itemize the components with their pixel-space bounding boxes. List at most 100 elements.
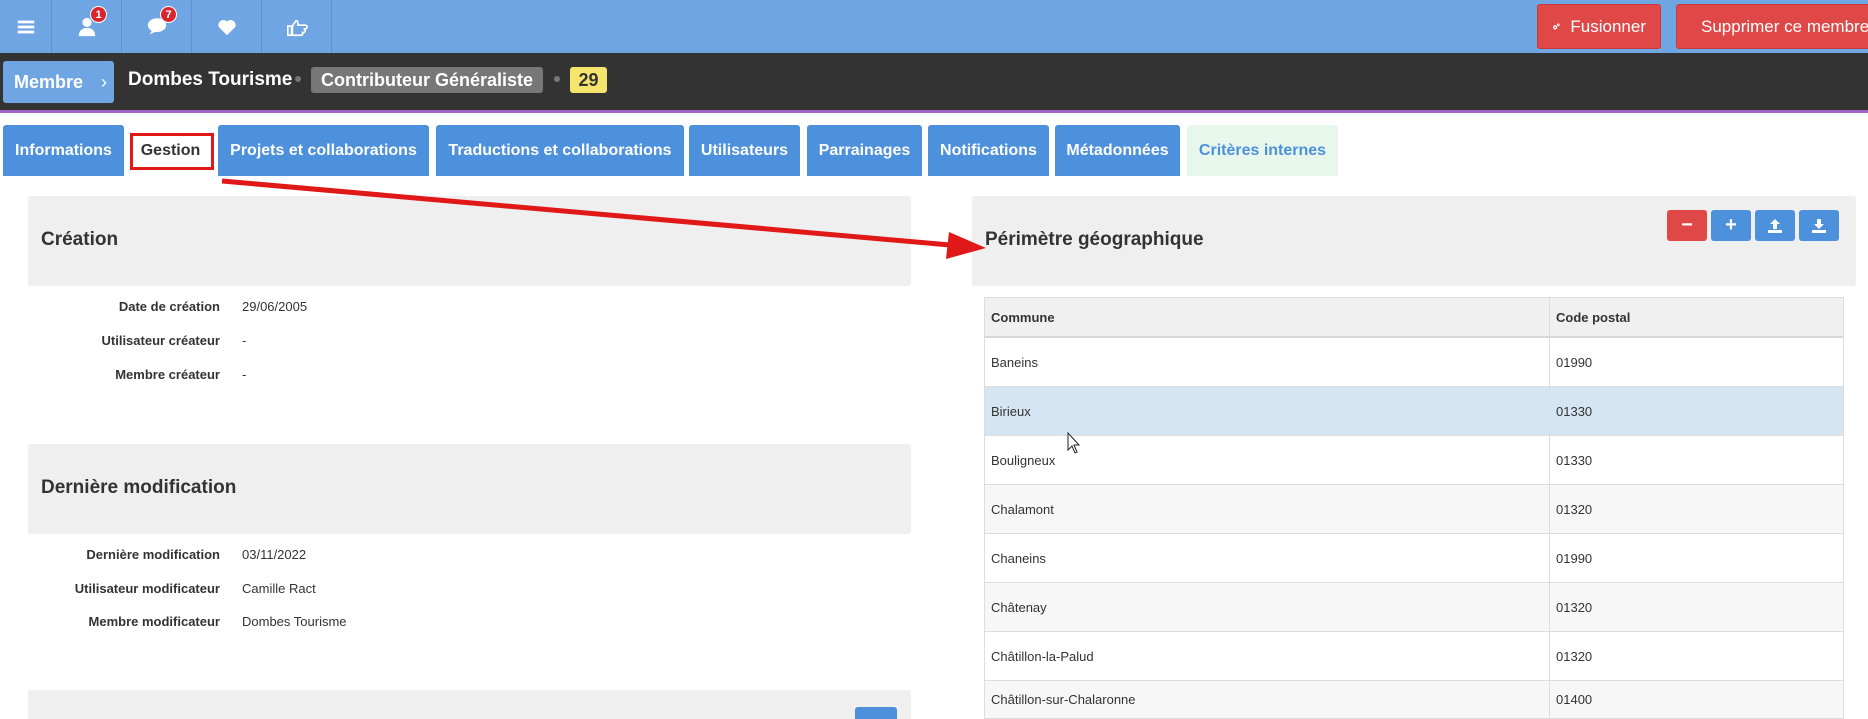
table-row[interactable]: Baneins 01990	[984, 338, 1844, 387]
separator-dot	[295, 76, 301, 82]
add-commune-button[interactable]: +	[1711, 210, 1751, 241]
users-badge: 1	[90, 6, 107, 23]
commune-cell: Châtenay	[985, 583, 1550, 631]
plus-icon: +	[1725, 214, 1737, 236]
chevron-right-icon: ›	[101, 71, 108, 92]
postal-code-cell: 01330	[1556, 403, 1593, 419]
separator-dot	[554, 76, 560, 82]
perimetre-panel-header: Périmètre géographique − +	[972, 196, 1856, 286]
tab-underline	[0, 176, 1868, 178]
breadcrumb-member[interactable]: Membre ›	[3, 61, 114, 103]
creator-member-label: Membre créateur	[115, 367, 220, 382]
edit-button[interactable]	[855, 707, 897, 719]
tab-label: Notifications	[940, 141, 1037, 159]
tab-notifications[interactable]: Notifications	[928, 125, 1049, 176]
modifier-user-label: Utilisateur modificateur	[74, 581, 220, 596]
postal-code-cell: 01330	[1556, 452, 1593, 468]
postal-code-cell: 01320	[1556, 648, 1593, 664]
thumb-pointing-icon	[286, 19, 308, 36]
table-row[interactable]: Châtillon-sur-Chalaronne 01400	[984, 681, 1844, 719]
delete-member-button[interactable]: Supprimer ce membre	[1676, 4, 1868, 49]
commune-cell: Châtillon-la-Palud	[985, 632, 1550, 680]
modification-panel-header: Dernière modification	[28, 444, 911, 534]
modifier-user-value: Camille Ract	[242, 581, 316, 596]
tab-informations[interactable]: Informations	[3, 125, 124, 176]
table-row[interactable]: Chaneins 01990	[984, 534, 1844, 583]
commune-cell: Chaneins	[985, 534, 1550, 582]
delete-member-label: Supprimer ce membre	[1701, 16, 1868, 36]
breadcrumb-member-label: Membre	[14, 71, 84, 92]
tab-highlight-annotation	[130, 133, 214, 170]
tab-bar: Informations Gestion Projets et collabor…	[0, 125, 1868, 176]
users-button[interactable]: 1	[52, 0, 122, 53]
download-icon	[1812, 218, 1826, 233]
member-role-badge: Contributeur Généraliste	[311, 67, 544, 93]
recommend-button[interactable]	[262, 0, 332, 53]
member-count-badge: 29	[570, 67, 607, 93]
creation-title: Création	[41, 229, 119, 250]
merge-button[interactable]: Fusionner	[1537, 4, 1661, 49]
tab-label: Traductions et collaborations	[448, 141, 672, 159]
remove-commune-button[interactable]: −	[1667, 210, 1707, 241]
creation-panel-header: Création	[28, 196, 911, 286]
commune-cell: Chalamont	[985, 485, 1550, 533]
commune-cell: Baneins	[985, 338, 1550, 386]
last-modified-label: Dernière modification	[86, 547, 220, 562]
pencil-icon	[855, 707, 897, 719]
messages-button[interactable]: 7	[122, 0, 192, 53]
gears-icon	[1553, 23, 1560, 29]
tab-label: Critères internes	[1198, 141, 1327, 159]
download-button[interactable]	[1799, 210, 1839, 241]
tab-label: Utilisateurs	[700, 141, 789, 159]
member-name: Dombes Tourisme	[128, 69, 293, 90]
menu-button[interactable]	[0, 0, 52, 53]
postal-code-cell: 01320	[1556, 599, 1593, 615]
postal-code-cell: 01990	[1556, 354, 1593, 370]
postal-code-cell: 01400	[1556, 692, 1593, 707]
postal-code-cell: 01990	[1556, 550, 1593, 566]
table-header-row: Commune Code postal	[984, 297, 1844, 338]
tab-metadonnees[interactable]: Métadonnées	[1055, 125, 1180, 176]
tab-label: Métadonnées	[1066, 141, 1169, 159]
table-row[interactable]: Chalamont 01320	[984, 485, 1844, 534]
third-panel-header	[28, 690, 911, 719]
column-header-commune[interactable]: Commune	[985, 298, 1550, 336]
perimetre-title: Périmètre géographique	[985, 229, 1204, 250]
creator-user-label: Utilisateur créateur	[101, 333, 221, 348]
last-modified-value: 03/11/2022	[242, 547, 307, 562]
member-header: Membre › Dombes Tourisme Contributeur Gé…	[0, 53, 1868, 113]
tab-parrainages[interactable]: Parrainages	[807, 125, 922, 176]
upload-icon	[1768, 218, 1782, 233]
creator-member-value: -	[242, 367, 247, 382]
tab-utilisateurs[interactable]: Utilisateurs	[689, 125, 800, 176]
tab-projets[interactable]: Projets et collaborations	[218, 125, 429, 176]
creation-date-label: Date de création	[118, 299, 220, 314]
creation-date-value: 29/06/2005	[242, 299, 308, 314]
messages-badge: 7	[160, 6, 177, 23]
merge-label: Fusionner	[1570, 16, 1646, 36]
top-toolbar: 1 7 Fusionner Supprimer ce membre	[0, 0, 1868, 53]
favorites-button[interactable]	[192, 0, 262, 53]
menu-icon	[17, 20, 34, 33]
postal-code-cell: 01320	[1556, 501, 1593, 517]
tab-criteres-internes[interactable]: Critères internes	[1187, 125, 1338, 176]
tab-label: Projets et collaborations	[230, 141, 417, 159]
modifier-member-label: Membre modificateur	[88, 614, 220, 629]
upload-button[interactable]	[1755, 210, 1795, 241]
modification-title: Dernière modification	[41, 477, 237, 498]
tab-label: Informations	[15, 141, 112, 159]
minus-icon: −	[1681, 214, 1693, 236]
tab-label: Parrainages	[818, 141, 911, 159]
table-row[interactable]: Châtenay 01320	[984, 583, 1844, 632]
creator-user-value: -	[242, 333, 247, 348]
commune-cell: Châtillon-sur-Chalaronne	[985, 681, 1550, 718]
table-row[interactable]: Bouligneux 01330	[984, 436, 1844, 485]
column-header-code-postal[interactable]: Code postal	[1550, 298, 1845, 336]
commune-cell: Birieux	[985, 387, 1550, 435]
commune-cell: Bouligneux	[985, 436, 1550, 484]
tab-traductions[interactable]: Traductions et collaborations	[436, 125, 684, 176]
heart-icon	[217, 19, 236, 35]
modifier-member-value: Dombes Tourisme	[242, 614, 347, 629]
table-row[interactable]: Châtillon-la-Palud 01320	[984, 632, 1844, 681]
table-row[interactable]: Birieux 01330	[984, 387, 1844, 436]
